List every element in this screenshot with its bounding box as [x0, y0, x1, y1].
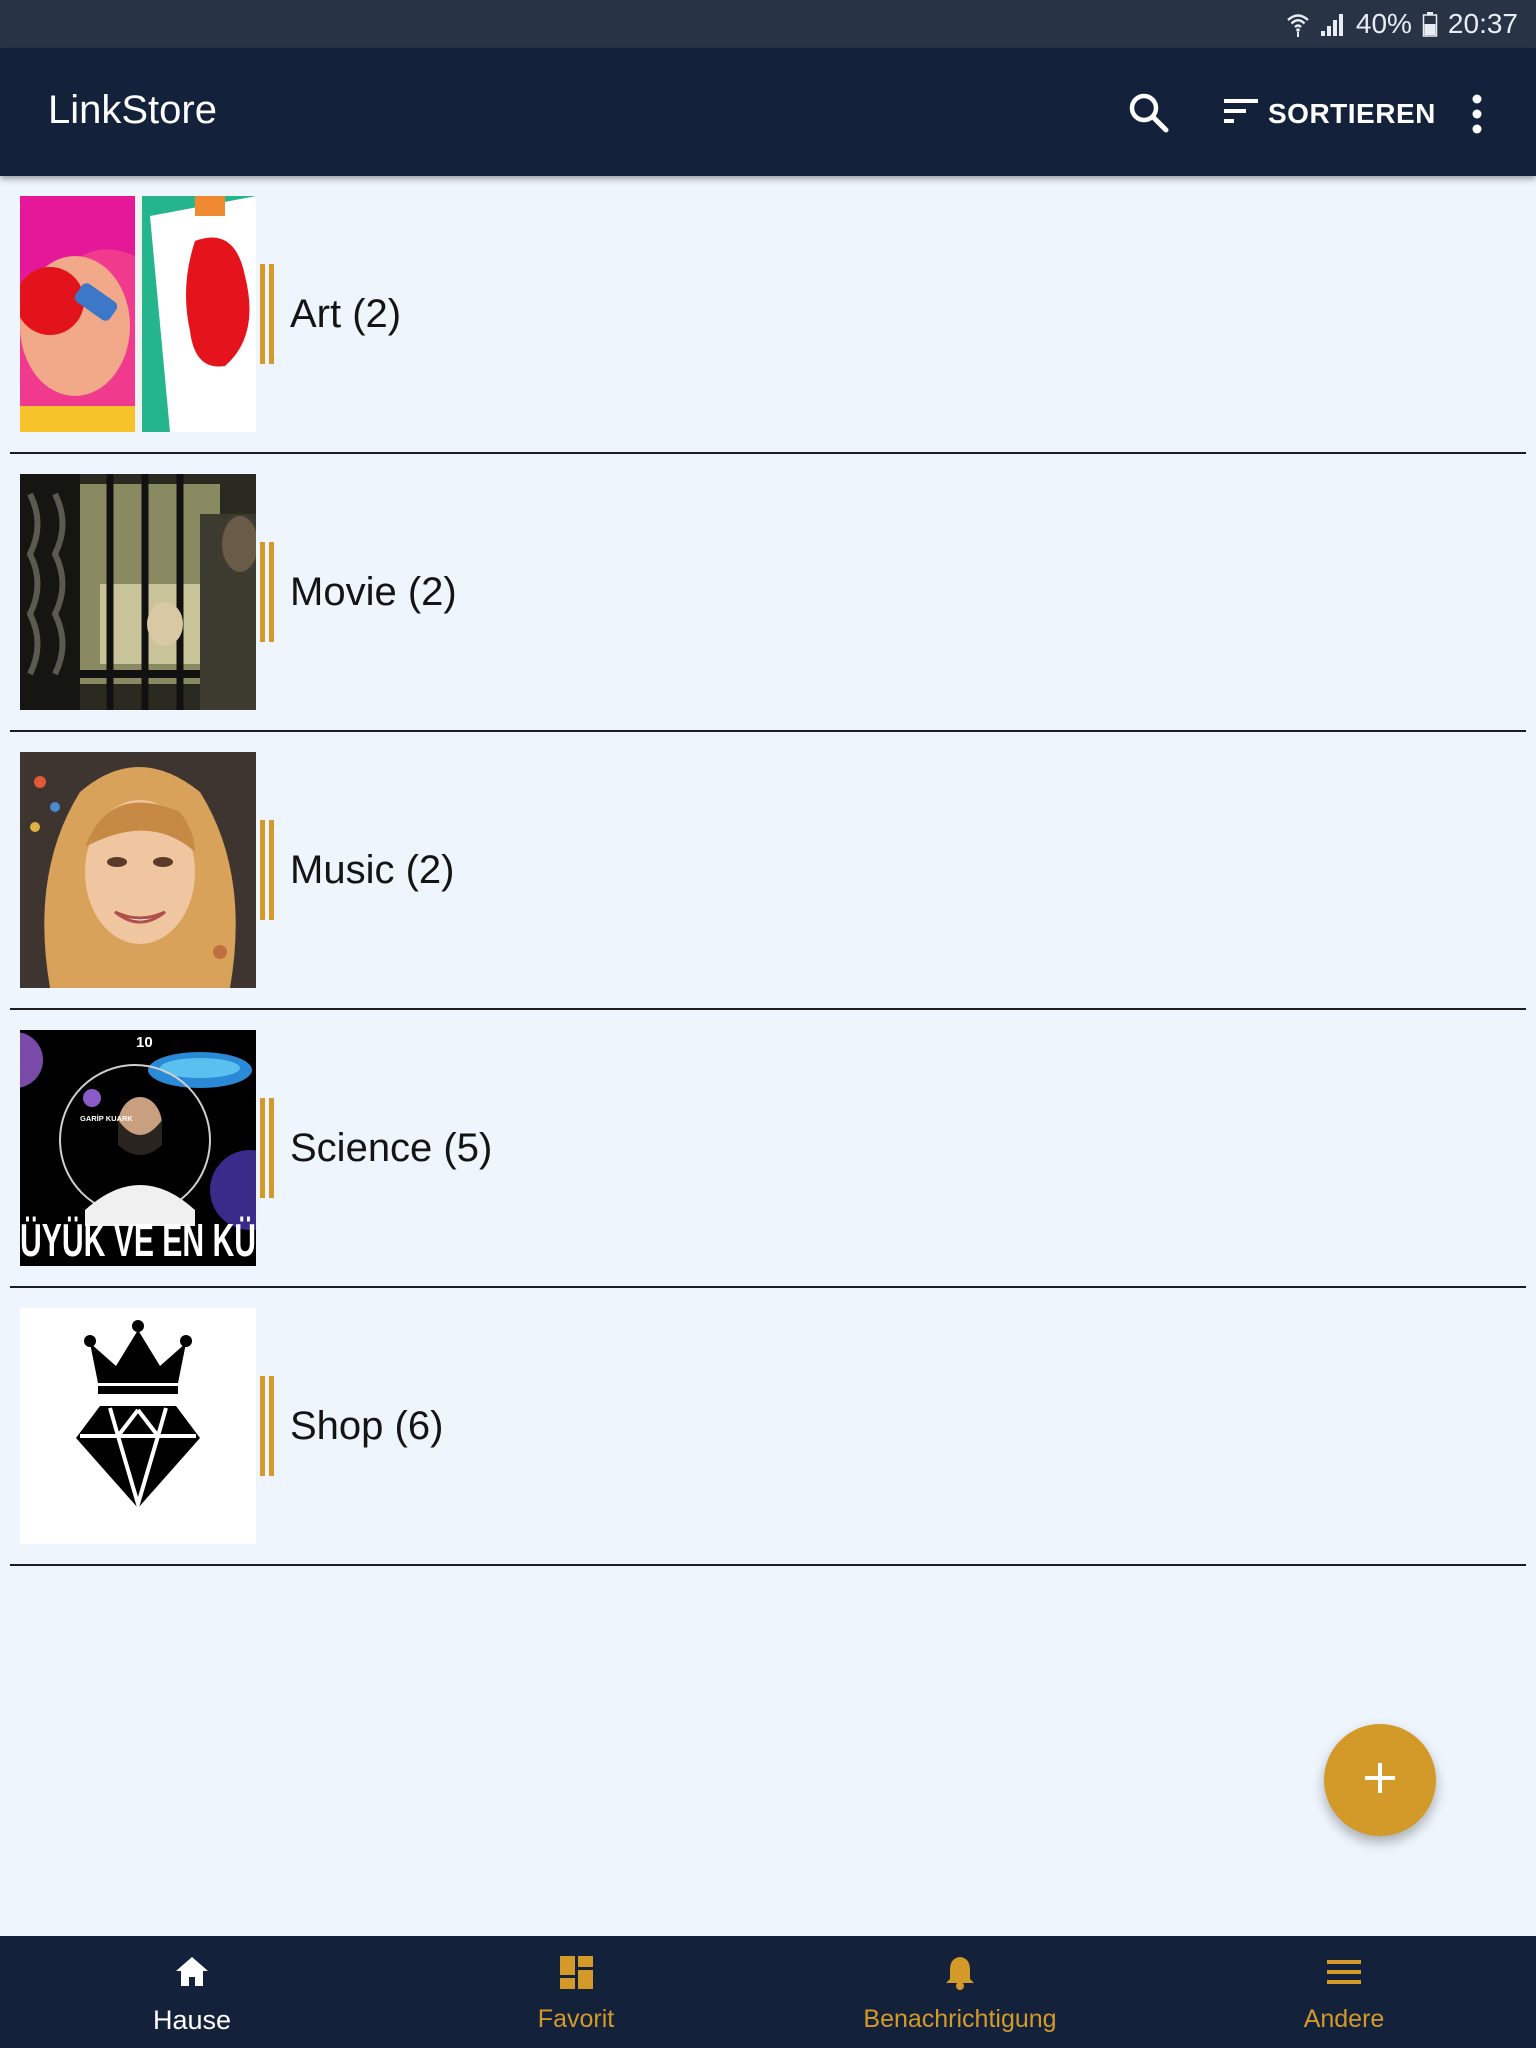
- category-label: Movie (2): [290, 570, 457, 614]
- app-title: LinkStore: [48, 88, 217, 132]
- nav-item-home[interactable]: Hause: [0, 1936, 384, 2048]
- signal-icon: [1320, 11, 1346, 37]
- sort-icon: [1222, 96, 1260, 133]
- nav-label: Benachrichtigung: [863, 2005, 1057, 2033]
- nav-label: Favorit: [537, 2005, 615, 2033]
- row-accent-bar: [260, 1376, 276, 1476]
- science-video-thumbnail: 10 GARİP KUARK ÜYÜK VE EN KÜ: [20, 1030, 256, 1266]
- nav-item-other[interactable]: Andere: [1152, 1936, 1536, 2048]
- row-accent-bar: [260, 1098, 276, 1198]
- dashboard-icon: [556, 1952, 596, 1997]
- category-label: Art (2): [290, 292, 402, 336]
- menu-icon: [1324, 1952, 1364, 1997]
- movie-scene-thumbnail: [20, 474, 256, 710]
- battery-percent: 40%: [1355, 8, 1412, 39]
- list-item[interactable]: Movie (2): [10, 454, 1526, 732]
- thumbnail-number: 10: [136, 1034, 153, 1051]
- list-item[interactable]: Music (2): [10, 732, 1526, 1010]
- singer-portrait-thumbnail: [20, 752, 256, 988]
- plus-icon: [1362, 1760, 1398, 1801]
- status-bar: 40% 20:37: [0, 0, 1536, 48]
- wifi-icon: [1286, 11, 1310, 37]
- home-icon: [172, 1952, 212, 1997]
- category-label: Science (5): [290, 1126, 493, 1170]
- battery-icon: [1422, 11, 1438, 37]
- crown-diamond-logo: [20, 1308, 256, 1544]
- nav-label: Andere: [1303, 2005, 1385, 2033]
- paint-art-thumbnail: [20, 196, 256, 432]
- more-vert-icon: [1460, 94, 1494, 140]
- row-accent-bar: [260, 542, 276, 642]
- bell-icon: [940, 1952, 980, 1997]
- thumbnail-caption: ÜYÜK VE EN KÜ: [20, 1214, 256, 1266]
- app-bar: LinkStore SORTIEREN: [0, 48, 1536, 176]
- bottom-navigation: Hause Favorit Benachrichtigung Andere: [0, 1936, 1536, 2048]
- row-accent-bar: [260, 820, 276, 920]
- category-label: Shop (6): [290, 1404, 444, 1448]
- add-category-button[interactable]: [1324, 1724, 1436, 1836]
- clock: 20:37: [1447, 8, 1518, 39]
- search-button[interactable]: [1124, 88, 1176, 140]
- sort-label: SORTIEREN: [1268, 98, 1436, 129]
- search-icon: [1124, 93, 1176, 144]
- sort-button[interactable]: SORTIEREN: [1222, 90, 1436, 138]
- nav-item-notifications[interactable]: Benachrichtigung: [768, 1936, 1152, 2048]
- list-item[interactable]: Shop (6): [10, 1288, 1526, 1566]
- row-accent-bar: [260, 264, 276, 364]
- more-options-button[interactable]: [1460, 92, 1494, 136]
- thumbnail-small-text: GARİP KUARK: [80, 1114, 133, 1123]
- category-label: Music (2): [290, 848, 455, 892]
- list-item[interactable]: Art (2): [10, 176, 1526, 454]
- nav-label: Hause: [152, 2005, 232, 2035]
- list-item[interactable]: 10 GARİP KUARK ÜYÜK VE EN KÜ Science (5): [10, 1010, 1526, 1288]
- nav-item-favorite[interactable]: Favorit: [384, 1936, 768, 2048]
